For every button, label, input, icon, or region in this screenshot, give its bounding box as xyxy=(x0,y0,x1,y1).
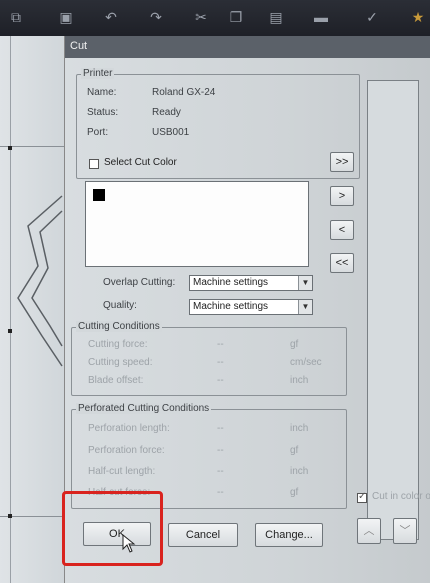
overlap-cutting-value: Machine settings xyxy=(193,277,269,288)
select-cut-color-label: Select Cut Color xyxy=(104,157,177,168)
move-all-right-button[interactable]: >> xyxy=(330,152,354,172)
check-icon[interactable]: ✓ xyxy=(364,9,380,25)
design-canvas[interactable] xyxy=(0,36,70,583)
printer-status-label: Status: xyxy=(87,107,119,118)
printer-port-label: Port: xyxy=(87,127,109,138)
redo-icon[interactable]: ↷ xyxy=(148,9,164,25)
move-up-button[interactable]: ︿ xyxy=(357,518,381,544)
chevron-down-icon[interactable]: ▼ xyxy=(298,300,312,314)
cut-in-color-order-label: Cut in color o xyxy=(372,491,430,502)
cut-in-color-order-checkbox[interactable] xyxy=(357,491,367,503)
cutting-force-unit: gf xyxy=(290,339,299,350)
half-cut-length-unit: inch xyxy=(290,466,309,477)
select-cut-color-checkbox[interactable] xyxy=(89,159,99,169)
cut-order-panel[interactable] xyxy=(367,80,419,540)
blade-offset-value: -- xyxy=(217,375,224,386)
move-down-button[interactable]: ﹀ xyxy=(393,518,417,544)
cutting-speed-value: -- xyxy=(217,357,224,368)
move-left-button[interactable]: < xyxy=(330,220,354,240)
dialog-titlebar: Cut xyxy=(65,36,430,58)
chevron-down-icon[interactable]: ▼ xyxy=(298,276,312,290)
cut-icon[interactable]: ✂ xyxy=(193,9,209,25)
copy-icon[interactable]: ❐ xyxy=(228,9,244,25)
color-swatch[interactable] xyxy=(93,189,105,201)
perforated-conditions-title: Perforated Cutting Conditions xyxy=(76,403,212,414)
design-shape xyxy=(8,146,63,518)
cutting-conditions-group: Cutting Conditions Cutting force: -- gf … xyxy=(71,321,347,396)
perforation-force-value: -- xyxy=(217,445,224,456)
half-cut-length-label: Half-cut length: xyxy=(88,466,156,477)
printer-group-title: Printer xyxy=(81,68,115,79)
move-all-left-button[interactable]: << xyxy=(330,253,354,273)
undo-icon[interactable]: ↶ xyxy=(103,9,119,25)
dialog-title: Cut xyxy=(70,40,88,52)
printer-port-value: USB001 xyxy=(152,127,190,138)
photo-frame: ⧉ ▣ ↶ ↷ ✂ ❐ ▤ ▬ ✓ ★ Cut Printer Name: Ro… xyxy=(0,0,430,583)
cutting-speed-label: Cutting speed: xyxy=(88,357,153,368)
quality-select[interactable]: Machine settings ▼ xyxy=(189,299,313,315)
move-right-button[interactable]: > xyxy=(330,186,354,206)
cutting-force-value: -- xyxy=(217,339,224,350)
quality-value: Machine settings xyxy=(193,301,269,312)
blade-offset-unit: inch xyxy=(290,375,309,386)
paste-icon[interactable]: ▤ xyxy=(268,9,284,25)
printer-name-label: Name: xyxy=(87,87,117,98)
quality-label: Quality: xyxy=(103,300,137,311)
perforation-length-unit: inch xyxy=(290,423,309,434)
cutting-force-label: Cutting force: xyxy=(88,339,148,350)
half-cut-length-value: -- xyxy=(217,466,224,477)
cutting-conditions-title: Cutting Conditions xyxy=(76,321,162,332)
perforation-force-unit: gf xyxy=(290,445,299,456)
printer-status-value: Ready xyxy=(152,107,181,118)
half-cut-force-value: -- xyxy=(217,487,224,498)
cutting-speed-unit: cm/sec xyxy=(290,357,322,368)
cancel-button[interactable]: Cancel xyxy=(168,523,238,547)
perforation-length-value: -- xyxy=(217,423,224,434)
perforation-length-label: Perforation length: xyxy=(88,423,170,434)
perforation-force-label: Perforation force: xyxy=(88,445,165,456)
window-icon[interactable]: ⧉ xyxy=(8,9,24,25)
mouse-cursor-icon xyxy=(122,534,136,553)
star-icon[interactable]: ★ xyxy=(410,9,426,25)
change-button[interactable]: Change... xyxy=(255,523,323,547)
ok-highlight-box xyxy=(62,491,163,566)
blade-offset-label: Blade offset: xyxy=(88,375,144,386)
printer-name-value: Roland GX-24 xyxy=(152,87,216,98)
half-cut-force-unit: gf xyxy=(290,487,299,498)
delete-icon[interactable]: ▬ xyxy=(313,9,329,25)
app-toolbar: ⧉ ▣ ↶ ↷ ✂ ❐ ▤ ▬ ✓ ★ xyxy=(0,0,430,36)
overlap-cutting-select[interactable]: Machine settings ▼ xyxy=(189,275,313,291)
print-icon[interactable]: ▣ xyxy=(58,9,74,25)
cut-color-list[interactable] xyxy=(85,181,309,267)
overlap-cutting-label: Overlap Cutting: xyxy=(103,277,176,288)
